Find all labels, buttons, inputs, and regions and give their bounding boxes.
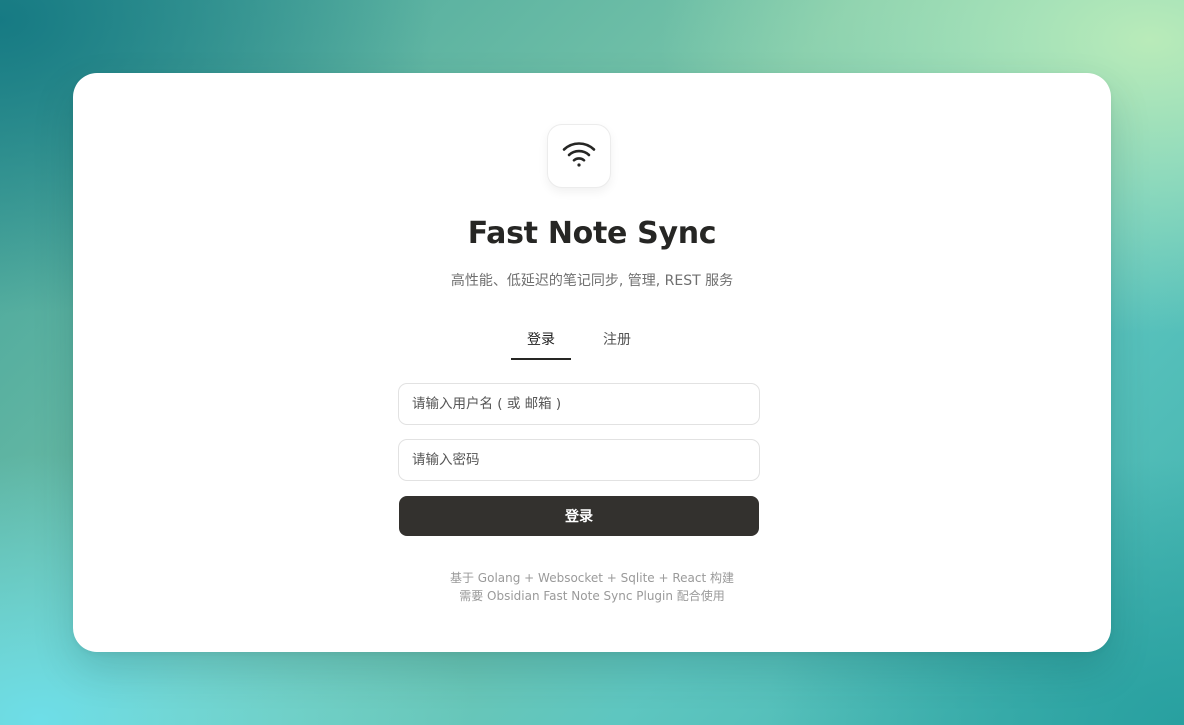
auth-tabs: 登录 注册 xyxy=(511,326,651,360)
footer-tech-stack: 基于 Golang + Websocket + Sqlite + React 构… xyxy=(449,571,735,585)
wifi-icon xyxy=(559,134,599,178)
username-input[interactable] xyxy=(398,383,760,425)
tab-register[interactable]: 注册 xyxy=(587,326,647,360)
login-card: Fast Note Sync 高性能、低延迟的笔记同步, 管理, REST 服务… xyxy=(73,73,1111,652)
login-button[interactable]: 登录 xyxy=(399,496,759,536)
footer-plugin-note: 需要 Obsidian Fast Note Sync Plugin 配合使用 xyxy=(459,589,725,603)
tab-login[interactable]: 登录 xyxy=(511,326,571,360)
app-logo xyxy=(547,124,611,188)
app-title: Fast Note Sync xyxy=(467,216,717,251)
app-subtitle: 高性能、低延迟的笔记同步, 管理, REST 服务 xyxy=(450,273,734,289)
password-input[interactable] xyxy=(398,439,760,481)
